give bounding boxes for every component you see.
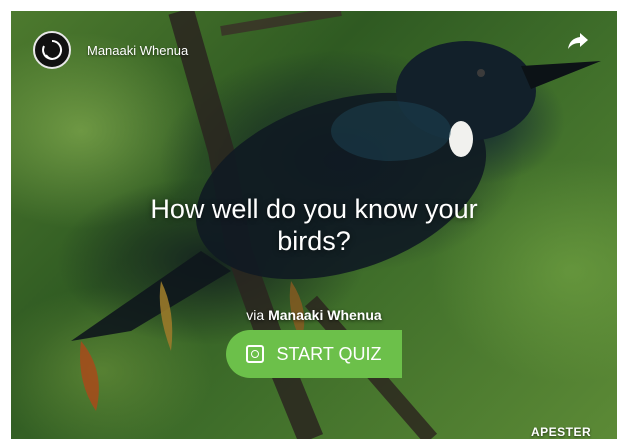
apester-logo[interactable]: APESTER xyxy=(531,425,591,439)
quiz-card: Manaaki Whenua How well do you know your… xyxy=(11,11,617,439)
share-arrow-icon[interactable] xyxy=(567,31,589,51)
start-quiz-button[interactable]: START QUIZ xyxy=(226,330,402,378)
brand-header: Manaaki Whenua xyxy=(33,31,188,69)
start-quiz-label: START QUIZ xyxy=(276,343,382,364)
via-credit: via Manaaki Whenua xyxy=(111,307,517,323)
quiz-icon xyxy=(246,345,265,363)
via-prefix: via xyxy=(246,307,265,323)
via-source: Manaaki Whenua xyxy=(268,307,382,323)
circular-refresh-logo-icon[interactable] xyxy=(33,31,71,69)
brand-name[interactable]: Manaaki Whenua xyxy=(87,43,188,58)
quiz-title: How well do you know your birds? xyxy=(150,194,478,256)
